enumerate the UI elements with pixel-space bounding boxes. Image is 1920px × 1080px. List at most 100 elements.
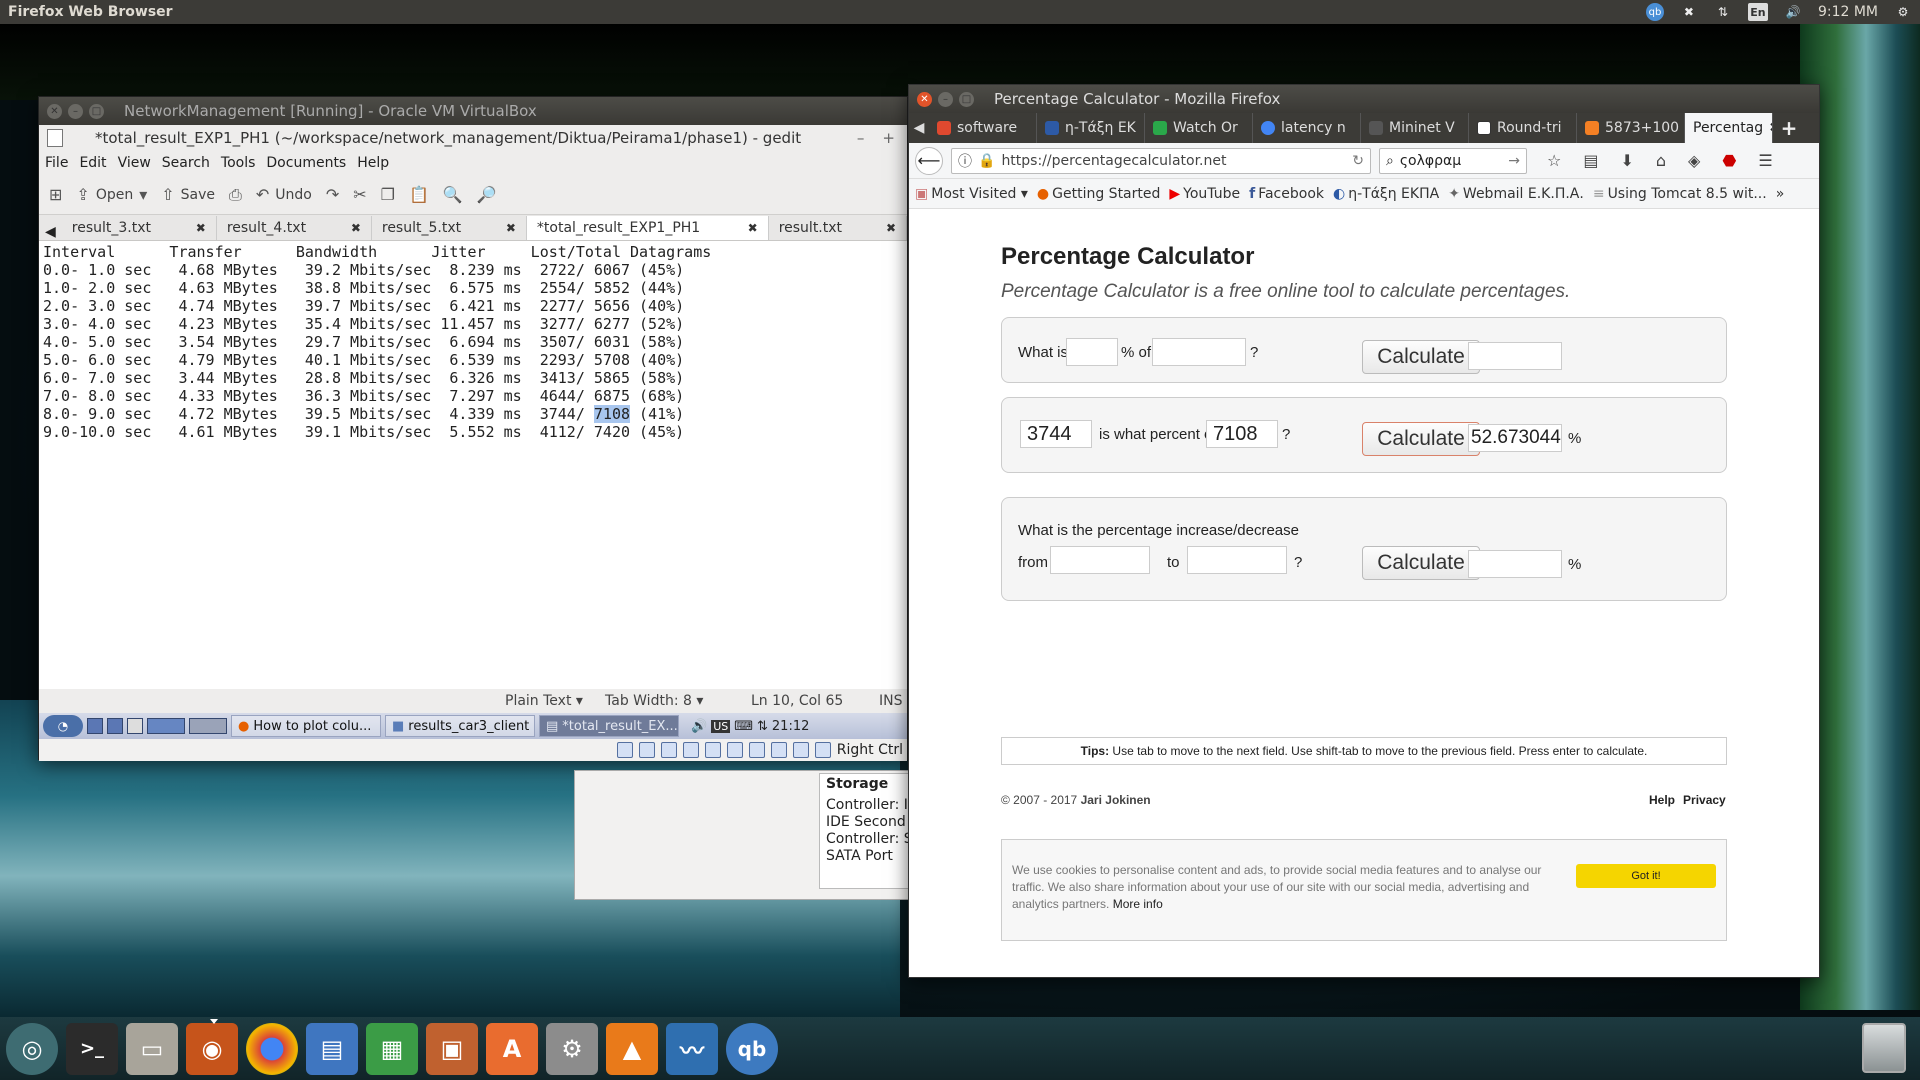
- workspace-1-icon[interactable]: [147, 718, 185, 734]
- qbittorrent-icon[interactable]: qb: [726, 1022, 778, 1075]
- reading-list-icon[interactable]: ▤: [1583, 151, 1598, 170]
- guest-start-icon[interactable]: ◔: [43, 715, 83, 737]
- search-go-icon[interactable]: →: [1508, 153, 1520, 169]
- minimize-icon[interactable]: –: [938, 91, 953, 107]
- tab-scroll-left-icon[interactable]: ◀: [909, 120, 929, 136]
- new-document-button[interactable]: ⊞: [49, 185, 62, 204]
- bookmark-tomcat[interactable]: ≡ Using Tomcat 8.5 wit...: [1593, 186, 1767, 202]
- tab-result-5[interactable]: result_5.txt ✖: [372, 216, 527, 240]
- search-input[interactable]: ⌕ ςολφραμ →: [1379, 147, 1527, 174]
- minimize-icon[interactable]: –: [857, 129, 865, 147]
- more-info-link[interactable]: More info: [1113, 897, 1163, 911]
- reload-icon[interactable]: ↻: [1352, 153, 1364, 169]
- task-firefox[interactable]: ● How to plot colu...: [231, 715, 381, 737]
- browser-tab[interactable]: software: [929, 113, 1037, 143]
- display-icon[interactable]: [726, 742, 743, 758]
- mouse-integration-icon[interactable]: [792, 742, 809, 758]
- dropbox-tray-icon[interactable]: ✖: [1680, 3, 1698, 21]
- close-icon[interactable]: ✕: [917, 91, 932, 107]
- undo-button[interactable]: ↶ Undo: [256, 185, 312, 204]
- tab-width-selector[interactable]: Tab Width: 8 ▾: [605, 693, 703, 709]
- copy-button[interactable]: ❐: [381, 185, 395, 204]
- change-result-output[interactable]: [1468, 550, 1562, 578]
- close-icon[interactable]: ✖: [351, 221, 361, 235]
- close-icon[interactable]: ✖: [886, 221, 896, 235]
- hdd-icon[interactable]: [616, 742, 633, 758]
- window-icon[interactable]: [127, 718, 143, 734]
- save-button[interactable]: ⇧ Save: [161, 185, 215, 204]
- percent-input[interactable]: [1066, 338, 1118, 366]
- workspace-2-icon[interactable]: [189, 718, 227, 734]
- browser-tab[interactable]: Round-tri: [1469, 113, 1577, 143]
- browser-tab[interactable]: Watch Or: [1145, 113, 1253, 143]
- bookmark-youtube[interactable]: ▶ YouTube: [1169, 186, 1240, 202]
- print-button[interactable]: ⎙: [229, 185, 242, 205]
- tab-result[interactable]: result.txt ✖: [769, 216, 907, 240]
- bookmark-eclass[interactable]: ◐ η-Τάξη ΕΚΠΑ: [1333, 186, 1439, 202]
- network-adapter-icon[interactable]: [770, 742, 787, 758]
- browser-tab-active[interactable]: Percentag✖: [1685, 113, 1773, 143]
- calculate-button[interactable]: Calculate: [1362, 546, 1480, 580]
- software-center-icon[interactable]: A: [486, 1022, 538, 1075]
- calculate-button[interactable]: Calculate: [1362, 340, 1480, 374]
- tab-scroll-left-icon[interactable]: ◀: [39, 224, 62, 240]
- language-selector[interactable]: Plain Text ▾: [505, 693, 583, 709]
- firefox-launcher-icon[interactable]: ◉: [186, 1018, 238, 1075]
- from-input[interactable]: [1050, 546, 1150, 574]
- shared-folder-icon[interactable]: [704, 742, 721, 758]
- open-button[interactable]: ⇪ Open ▾: [76, 185, 147, 204]
- tab-total-result[interactable]: *total_result_EXP1_PH1 ✖: [526, 216, 769, 240]
- optical-icon[interactable]: [638, 742, 655, 758]
- vlc-icon[interactable]: ▲: [606, 1022, 658, 1075]
- tab-result-3[interactable]: result_3.txt ✖: [62, 216, 217, 240]
- hamburger-menu-icon[interactable]: ☰: [1758, 151, 1772, 170]
- paste-button[interactable]: 📋: [409, 185, 429, 204]
- system-settings-icon[interactable]: ⚙: [546, 1022, 598, 1075]
- libreoffice-impress-icon[interactable]: ▣: [426, 1022, 478, 1075]
- bookmark-getting-started[interactable]: ● Getting Started: [1037, 186, 1160, 202]
- back-button[interactable]: ⟵: [915, 146, 943, 175]
- cut-button[interactable]: ✂: [353, 185, 366, 204]
- network-icon[interactable]: ⇅: [1714, 3, 1732, 21]
- calculate-button[interactable]: Calculate: [1362, 422, 1480, 456]
- help-link[interactable]: Help: [1649, 793, 1675, 807]
- got-it-button[interactable]: Got it!: [1576, 864, 1716, 888]
- keyboard-layout-indicator[interactable]: En: [1747, 3, 1768, 21]
- trash-icon[interactable]: [1862, 1023, 1906, 1073]
- browser-tab[interactable]: η-Τάξη ΕΚ: [1037, 113, 1145, 143]
- whole-input[interactable]: 7108: [1206, 420, 1278, 448]
- capture-icon[interactable]: [748, 742, 765, 758]
- redo-button[interactable]: ↷: [326, 185, 339, 204]
- close-icon[interactable]: ✕: [47, 103, 62, 119]
- privacy-link[interactable]: Privacy: [1683, 793, 1726, 807]
- browser-tab[interactable]: latency n: [1253, 113, 1361, 143]
- url-bar[interactable]: ⓘ 🔒 https://percentagecalculator.net ↻: [951, 147, 1371, 174]
- result-output[interactable]: [1468, 342, 1562, 370]
- task-gedit[interactable]: ▤ *total_result_EX...: [539, 715, 679, 737]
- minimize-icon[interactable]: –: [68, 103, 83, 119]
- of-value-input[interactable]: [1152, 338, 1246, 366]
- menu-file[interactable]: File: [45, 155, 68, 171]
- browser-tab[interactable]: 5873+100: [1577, 113, 1685, 143]
- bookmark-most-visited[interactable]: ▣ Most Visited ▾: [915, 186, 1028, 202]
- libreoffice-calc-icon[interactable]: ▦: [366, 1022, 418, 1075]
- audio-icon[interactable]: [660, 742, 677, 758]
- close-icon[interactable]: ✖: [196, 221, 206, 235]
- system-monitor-icon[interactable]: 〰: [666, 1022, 718, 1075]
- clock[interactable]: 9:12 ΜΜ: [1818, 4, 1878, 20]
- author-link[interactable]: Jari Jokinen: [1081, 793, 1151, 807]
- qbittorrent-tray-icon[interactable]: qb: [1645, 3, 1664, 21]
- menu-edit[interactable]: Edit: [79, 155, 106, 171]
- dash-home-icon[interactable]: ◎: [6, 1022, 58, 1075]
- gear-icon[interactable]: ⚙: [1894, 3, 1912, 21]
- menu-help[interactable]: Help: [357, 155, 389, 171]
- browser-tab[interactable]: Mininet V: [1361, 113, 1469, 143]
- browser-icon[interactable]: [107, 718, 123, 734]
- usb-icon[interactable]: [682, 742, 699, 758]
- maximize-icon[interactable]: □: [959, 91, 974, 107]
- replace-button[interactable]: 🔎: [477, 185, 497, 204]
- menu-view[interactable]: View: [118, 155, 151, 171]
- keyboard-indicator[interactable]: US: [711, 719, 731, 733]
- task-folder[interactable]: ■ results_car3_client: [385, 715, 535, 737]
- percent-result-output[interactable]: 52.6730444: [1468, 424, 1562, 452]
